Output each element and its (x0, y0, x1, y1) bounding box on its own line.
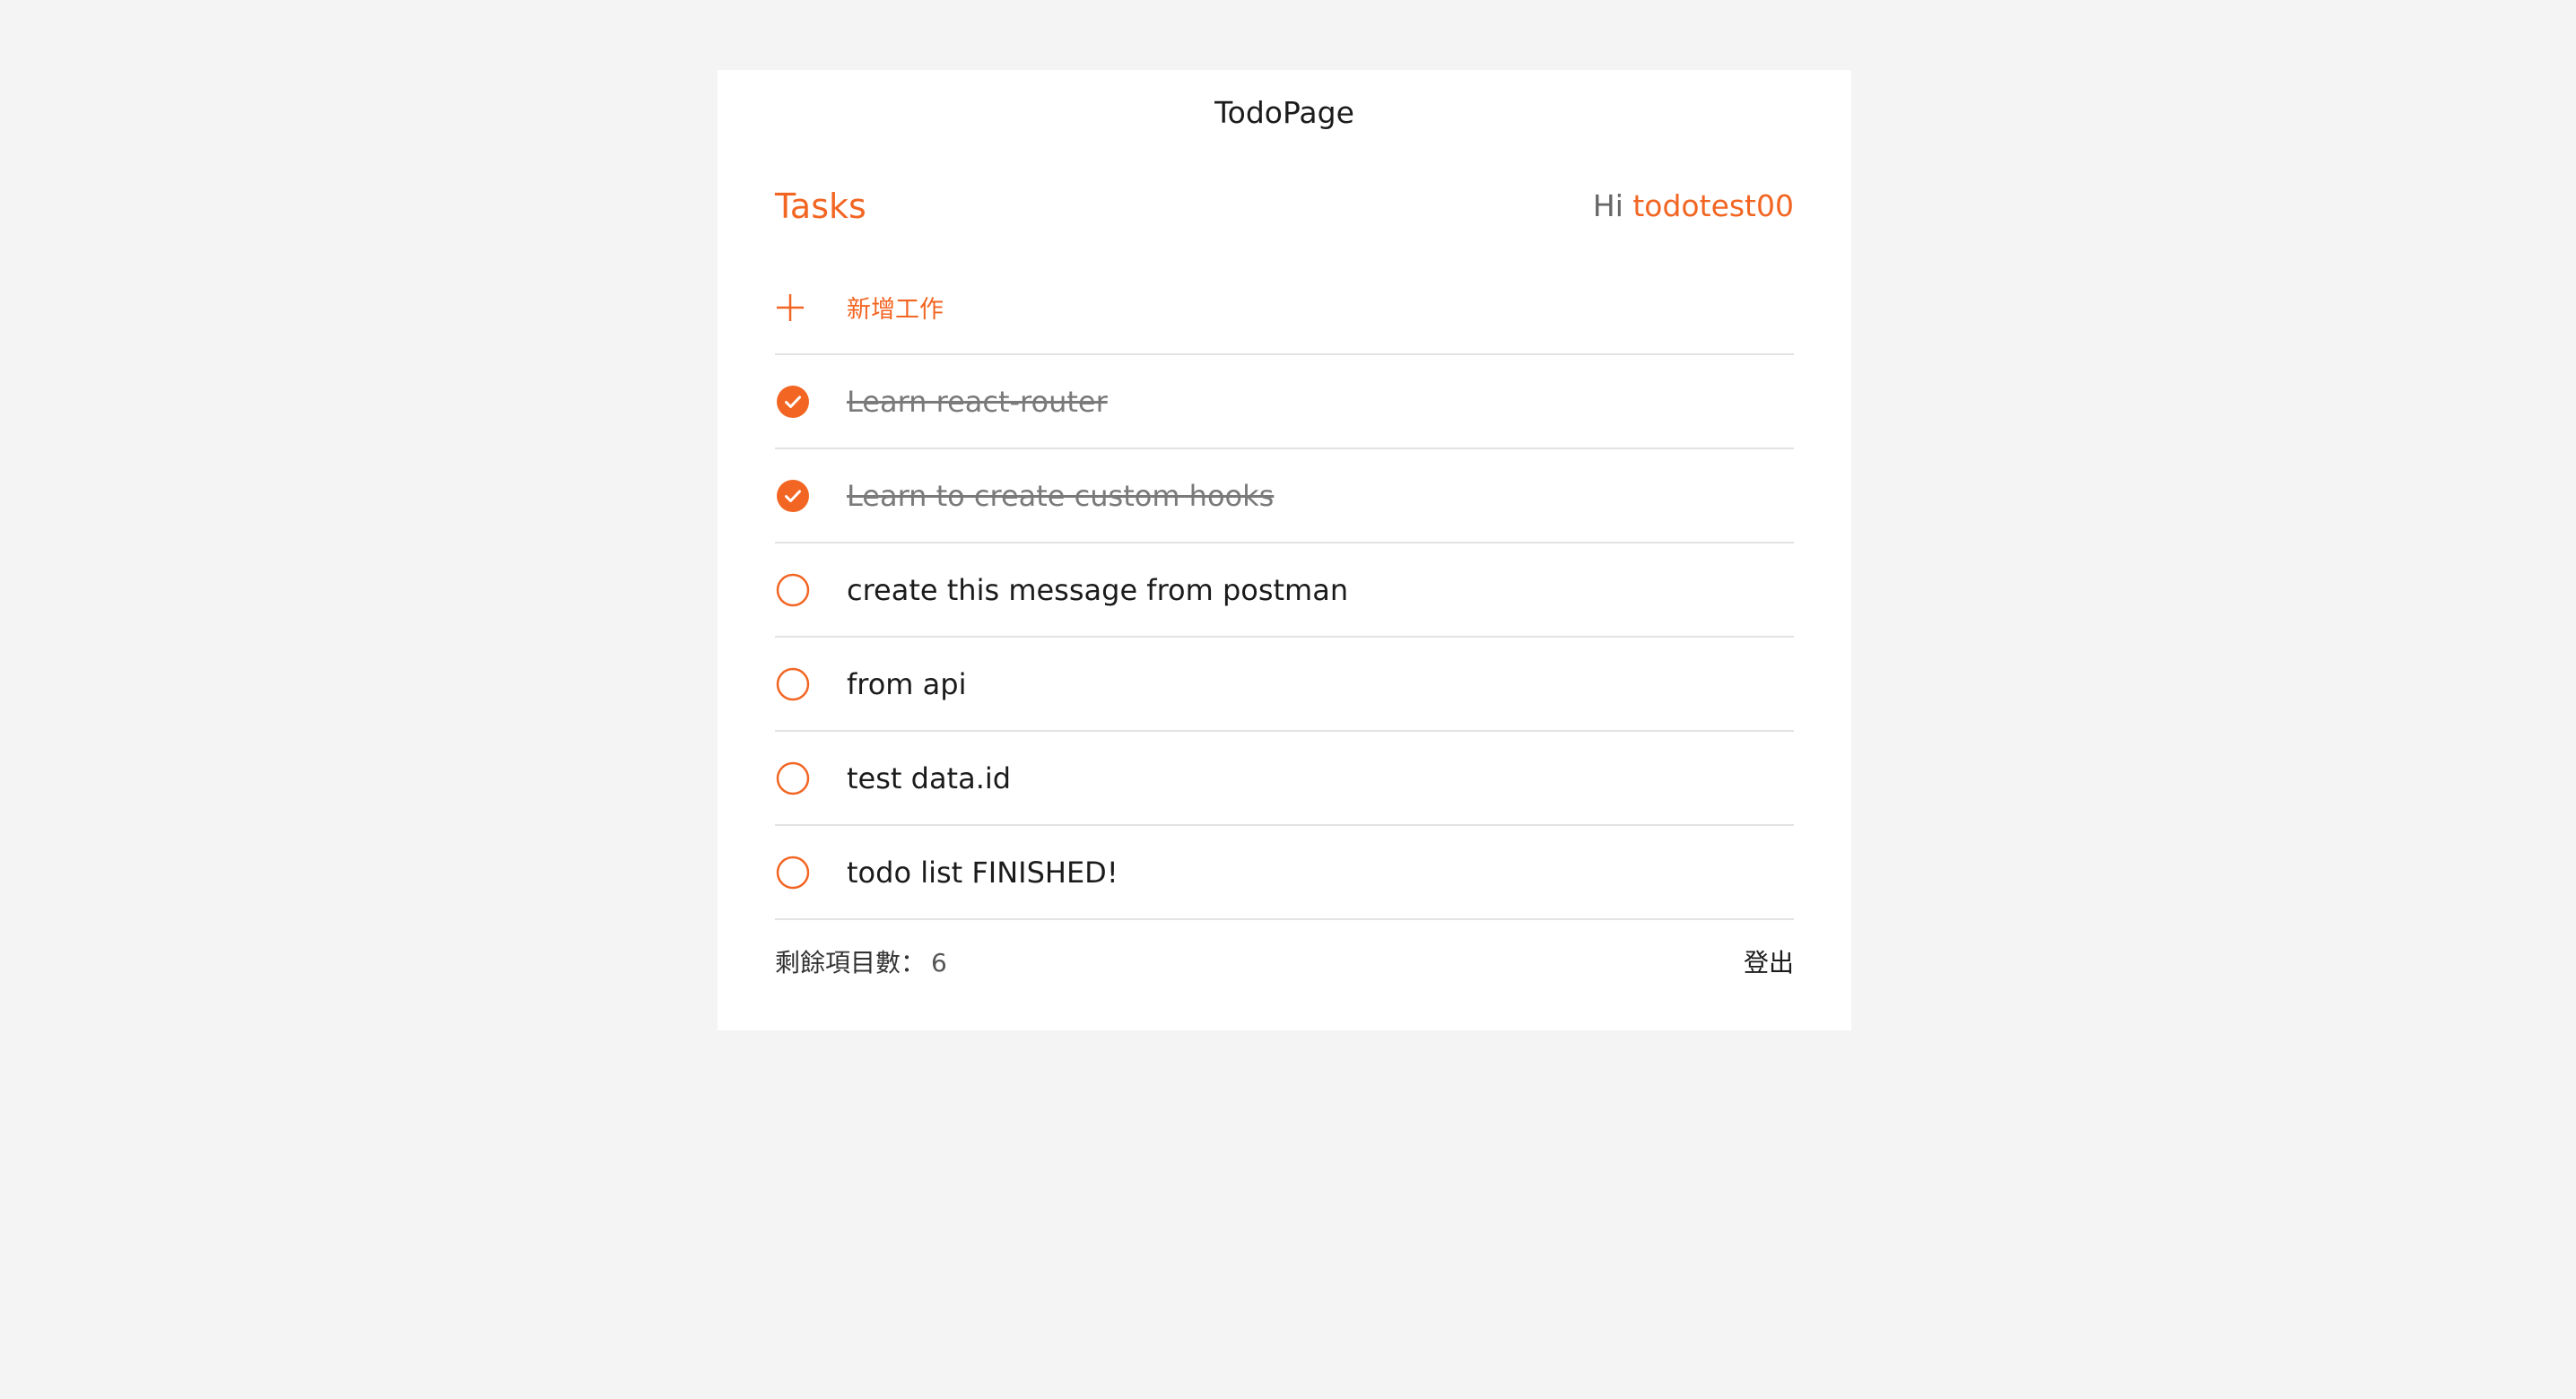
todo-item[interactable]: Learn react-router (775, 355, 1794, 449)
todo-item[interactable]: Learn to create custom hooks (775, 449, 1794, 543)
add-task-row[interactable]: 新增工作 (775, 261, 1794, 355)
todo-item[interactable]: todo list FINISHED! (775, 826, 1794, 920)
remaining-label: 剩餘項目數： (775, 948, 927, 978)
todo-text: Learn react-router (847, 384, 1108, 419)
unchecked-circle-icon[interactable] (775, 855, 847, 891)
todo-text: test data.id (847, 760, 1012, 795)
user-name: todotest00 (1632, 188, 1794, 223)
unchecked-circle-icon[interactable] (775, 572, 847, 608)
todo-card: TodoPage Tasks Hi todotest00 新增工作 Learn … (718, 70, 1851, 1030)
unchecked-circle-icon[interactable] (775, 760, 847, 796)
tasks-heading: Tasks (775, 187, 866, 226)
plus-icon[interactable] (775, 290, 847, 326)
todo-item[interactable]: create this message from postman (775, 543, 1794, 638)
unchecked-circle-icon[interactable] (775, 666, 847, 702)
greeting-prefix: Hi (1592, 188, 1623, 223)
todo-list: 新增工作 Learn react-router Learn to create c… (775, 261, 1794, 920)
logout-button[interactable]: 登出 (1744, 928, 1794, 998)
todo-text: todo list FINISHED! (847, 855, 1118, 890)
checked-circle-icon[interactable] (775, 384, 847, 420)
todo-item[interactable]: from api (775, 638, 1794, 732)
page-title: TodoPage (1214, 95, 1354, 130)
user-greeting: Hi todotest00 (1593, 163, 1794, 249)
checked-circle-icon[interactable] (775, 478, 847, 514)
todo-text: from api (847, 666, 967, 701)
todo-item[interactable]: test data.id (775, 732, 1794, 826)
todo-text: create this message from postman (847, 572, 1349, 607)
remaining-count: 剩餘項目數： 6 (775, 928, 947, 998)
todo-text: Learn to create custom hooks (847, 478, 1275, 513)
add-task-label[interactable]: 新增工作 (847, 290, 944, 325)
remaining-number: 6 (931, 948, 947, 978)
